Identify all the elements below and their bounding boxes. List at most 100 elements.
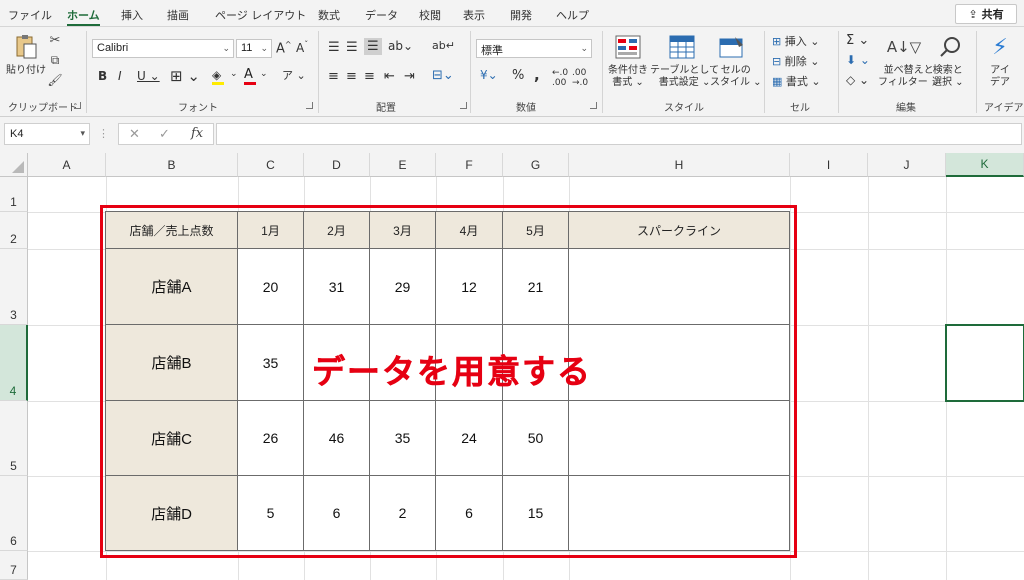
- borders-icon[interactable]: ⊞ ⌄: [170, 67, 200, 85]
- cancel-entry-icon[interactable]: ✕: [129, 127, 140, 142]
- find-select-icon[interactable]: [936, 33, 964, 61]
- column-header-k[interactable]: K: [946, 153, 1024, 177]
- number-launcher-icon[interactable]: [590, 102, 597, 109]
- formula-input[interactable]: [216, 123, 1022, 145]
- share-button[interactable]: ⇪ 共有: [955, 4, 1017, 24]
- ideas-icon[interactable]: ⚡: [986, 33, 1014, 61]
- format-painter-icon[interactable]: 🖌: [47, 73, 62, 87]
- sort-filter-icon[interactable]: A↓▽: [887, 33, 921, 61]
- tab-data[interactable]: データ: [365, 7, 398, 23]
- tab-home[interactable]: ホーム: [67, 7, 100, 26]
- tab-view[interactable]: 表示: [463, 7, 485, 23]
- currency-icon[interactable]: ¥⌄: [480, 68, 498, 82]
- row-header-5[interactable]: 5: [0, 401, 28, 476]
- table-cell[interactable]: 35: [238, 325, 304, 401]
- sort-filter-label[interactable]: 並べ替えと フィルター ⌄: [878, 65, 939, 89]
- column-header-d[interactable]: D: [304, 153, 370, 177]
- insert-function-icon[interactable]: fx: [191, 126, 203, 141]
- clipboard-launcher-icon[interactable]: [74, 102, 81, 109]
- fill-color-icon[interactable]: ◈: [212, 68, 224, 85]
- row-header-3[interactable]: 3: [0, 249, 28, 325]
- column-header-c[interactable]: C: [238, 153, 304, 177]
- store-name-cell[interactable]: 店舗C: [106, 401, 238, 476]
- increase-font-icon[interactable]: A^: [276, 40, 292, 56]
- table-header-cell[interactable]: 5月: [503, 212, 569, 249]
- font-color-icon[interactable]: A: [244, 67, 256, 85]
- delete-cells-button[interactable]: ⊟ 削除 ⌄: [772, 53, 819, 69]
- insert-cells-button[interactable]: ⊞ 挿入 ⌄: [772, 33, 819, 49]
- comma-style-icon[interactable]: ,: [534, 66, 540, 84]
- font-name-select[interactable]: Calibri ⌄: [92, 39, 234, 58]
- align-middle-icon[interactable]: ☰: [346, 40, 358, 55]
- align-right-icon[interactable]: ≡: [364, 69, 375, 84]
- store-name-cell[interactable]: 店舗D: [106, 476, 238, 551]
- table-cell[interactable]: 46: [304, 401, 370, 476]
- table-cell[interactable]: 50: [503, 401, 569, 476]
- column-header-h[interactable]: H: [569, 153, 790, 177]
- table-header-cell[interactable]: スパークライン: [569, 212, 790, 249]
- tab-file[interactable]: ファイル: [8, 7, 52, 23]
- tab-developer[interactable]: 開発: [510, 7, 532, 23]
- row-header-1[interactable]: 1: [0, 177, 28, 212]
- tab-page-layout[interactable]: ページ レイアウト: [215, 7, 306, 23]
- table-cell[interactable]: 2: [370, 476, 436, 551]
- italic-icon[interactable]: I: [118, 69, 122, 83]
- increase-indent-icon[interactable]: ⇥: [404, 69, 415, 84]
- conditional-format-label[interactable]: 条件付き 書式 ⌄: [608, 65, 648, 89]
- table-cell[interactable]: 35: [370, 401, 436, 476]
- sparkline-cell[interactable]: [569, 325, 790, 401]
- store-name-cell[interactable]: 店舗B: [106, 325, 238, 401]
- table-header-cell[interactable]: 1月: [238, 212, 304, 249]
- column-header-i[interactable]: I: [790, 153, 868, 177]
- tab-draw[interactable]: 描画: [167, 7, 189, 23]
- fill-icon[interactable]: ⬇ ⌄: [846, 53, 870, 67]
- decrease-decimal-icon[interactable]: .00 →.0: [572, 68, 588, 88]
- tab-help[interactable]: ヘルプ: [556, 7, 589, 23]
- align-center-icon[interactable]: ≡: [346, 69, 357, 84]
- decrease-font-icon[interactable]: Aˇ: [296, 40, 308, 55]
- table-cell[interactable]: 24: [436, 401, 503, 476]
- table-header-cell[interactable]: 店舗／売上点数: [106, 212, 238, 249]
- column-header-j[interactable]: J: [868, 153, 946, 177]
- alignment-launcher-icon[interactable]: [460, 102, 467, 109]
- table-cell[interactable]: 15: [503, 476, 569, 551]
- merge-center-icon[interactable]: ⊟⌄: [432, 68, 454, 83]
- row-header-2[interactable]: 2: [0, 212, 28, 249]
- wrap-text-icon[interactable]: ab↵: [432, 39, 455, 52]
- sparkline-cell[interactable]: [569, 249, 790, 325]
- name-box[interactable]: K4 ▾: [4, 123, 90, 145]
- table-cell[interactable]: 21: [503, 249, 569, 325]
- cell-styles-label[interactable]: セルの スタイル ⌄: [710, 65, 762, 89]
- format-as-table-icon[interactable]: [668, 33, 696, 61]
- decrease-indent-icon[interactable]: ⇤: [384, 69, 395, 84]
- format-cells-button[interactable]: ▦ 書式 ⌄: [772, 73, 821, 89]
- table-cell[interactable]: 5: [238, 476, 304, 551]
- align-bottom-icon[interactable]: ☰: [364, 38, 382, 55]
- phonetic-icon[interactable]: ア ⌄: [282, 67, 306, 83]
- format-as-table-label[interactable]: テーブルとして 書式設定 ⌄: [650, 65, 719, 89]
- table-cell[interactable]: 29: [370, 249, 436, 325]
- column-header-a[interactable]: A: [28, 153, 106, 177]
- table-cell[interactable]: 20: [238, 249, 304, 325]
- column-header-e[interactable]: E: [370, 153, 436, 177]
- number-format-select[interactable]: 標準 ⌄: [476, 39, 592, 58]
- clear-icon[interactable]: ◇ ⌄: [846, 73, 869, 87]
- column-header-g[interactable]: G: [503, 153, 569, 177]
- cut-icon[interactable]: ✂: [48, 33, 62, 48]
- confirm-entry-icon[interactable]: ✓: [159, 127, 170, 142]
- table-header-cell[interactable]: 4月: [436, 212, 503, 249]
- align-top-icon[interactable]: ☰: [328, 40, 340, 55]
- tab-review[interactable]: 校閲: [419, 7, 441, 23]
- conditional-format-icon[interactable]: [614, 33, 642, 61]
- paste-icon[interactable]: [12, 33, 40, 61]
- row-header-4[interactable]: 4: [0, 325, 28, 401]
- find-select-label[interactable]: 検索と 選択 ⌄: [932, 65, 964, 89]
- table-cell[interactable]: 31: [304, 249, 370, 325]
- sparkline-cell[interactable]: [569, 401, 790, 476]
- table-cell[interactable]: 6: [436, 476, 503, 551]
- tab-formulas[interactable]: 数式: [318, 7, 340, 23]
- store-name-cell[interactable]: 店舗A: [106, 249, 238, 325]
- bold-icon[interactable]: B: [98, 69, 107, 83]
- column-header-b[interactable]: B: [106, 153, 238, 177]
- table-header-cell[interactable]: 3月: [370, 212, 436, 249]
